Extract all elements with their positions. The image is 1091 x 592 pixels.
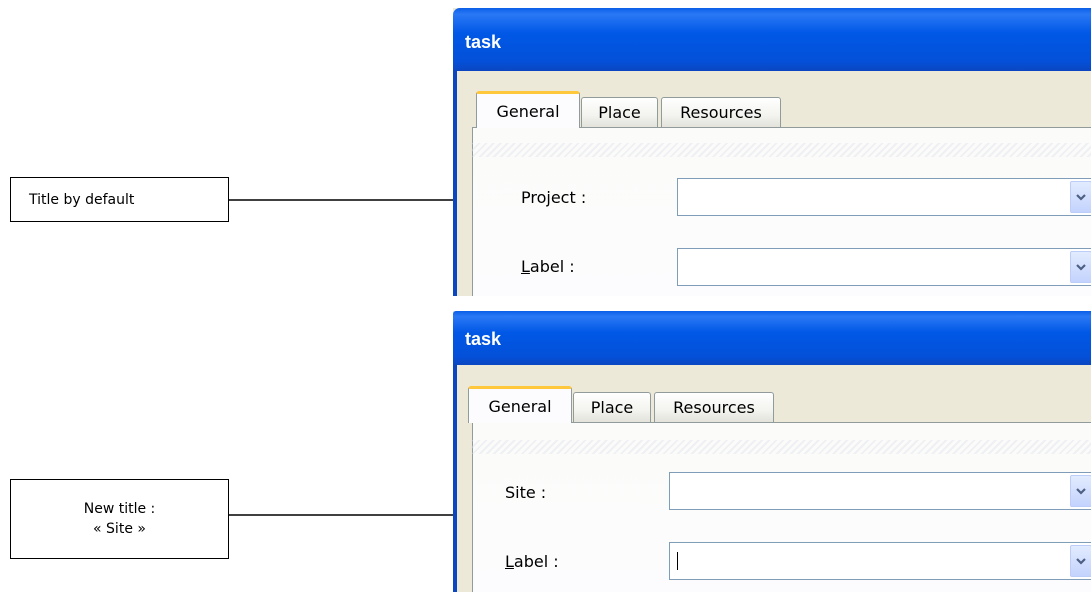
- tab-place[interactable]: Place: [573, 392, 651, 422]
- tab-label: General: [496, 101, 560, 121]
- tab-resources[interactable]: Resources: [654, 392, 774, 422]
- task-window-site: task General Place Resources Site : Labe…: [453, 311, 1091, 592]
- dropdown-button[interactable]: [1070, 475, 1091, 507]
- chevron-down-icon: [1076, 264, 1086, 271]
- hotkey-char: L: [521, 257, 530, 276]
- annotation-text: Title by default: [29, 191, 135, 208]
- annotation-text: New title :: [83, 501, 156, 517]
- label-rest: abel :: [529, 257, 575, 276]
- label-combobox[interactable]: [677, 248, 1091, 286]
- chevron-down-icon: [1076, 194, 1086, 201]
- text-cursor: [677, 552, 678, 570]
- tab-label: General: [488, 396, 552, 416]
- hotkey-char: L: [505, 552, 514, 571]
- window-client: General Place Resources Project : Label …: [457, 71, 1091, 296]
- dropdown-button[interactable]: [1070, 251, 1091, 283]
- task-window-default: task General Place Resources Project : L…: [453, 8, 1091, 296]
- title-bar[interactable]: task: [453, 311, 1091, 365]
- decorative-hatch: [471, 440, 1091, 454]
- annotation-new-title: New title : « Site »: [10, 479, 229, 559]
- annotation-title-by-default: Title by default: [10, 177, 229, 222]
- window-client: General Place Resources Site : Label :: [457, 365, 1091, 592]
- site-label: Site :: [505, 483, 547, 502]
- label-combobox[interactable]: [669, 542, 1091, 580]
- decorative-hatch: [471, 143, 1091, 157]
- tab-label: Resources: [680, 103, 762, 122]
- title-bar[interactable]: task: [453, 8, 1091, 71]
- dropdown-button[interactable]: [1070, 181, 1091, 213]
- arrow-right-icon: [229, 192, 487, 208]
- chevron-down-icon: [1076, 558, 1086, 565]
- tab-label: Resources: [673, 398, 755, 417]
- tab-resources[interactable]: Resources: [661, 97, 781, 127]
- label-field-label: Label :: [505, 552, 559, 571]
- window-title: task: [465, 32, 502, 52]
- tab-general[interactable]: General: [476, 91, 580, 128]
- tab-label: Place: [598, 103, 641, 122]
- tab-label: Place: [590, 398, 634, 417]
- dropdown-button[interactable]: [1070, 545, 1091, 577]
- site-combobox[interactable]: [669, 472, 1091, 510]
- chevron-down-icon: [1076, 488, 1086, 495]
- tab-general[interactable]: General: [468, 386, 572, 423]
- label-rest: abel :: [513, 552, 559, 571]
- arrow-right-icon: [229, 507, 487, 523]
- project-combobox[interactable]: [677, 178, 1091, 216]
- project-label: Project :: [521, 188, 587, 207]
- label-field-label: Label :: [521, 257, 575, 276]
- annotation-text: « Site »: [93, 521, 146, 537]
- tab-place[interactable]: Place: [581, 97, 658, 127]
- window-title: task: [465, 329, 502, 349]
